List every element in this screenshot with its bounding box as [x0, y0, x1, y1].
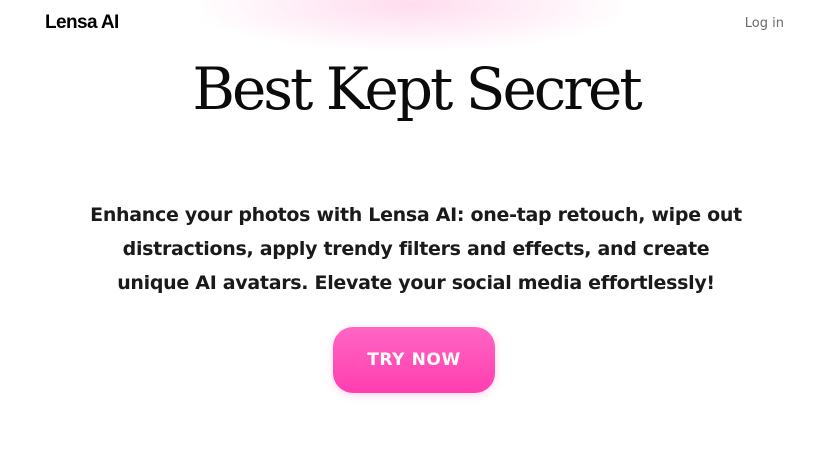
brand-logo[interactable]: Lensa AI: [45, 12, 119, 34]
header-pink-glow: [200, 0, 620, 50]
try-now-button[interactable]: TRY NOW: [333, 327, 495, 393]
hero-title: Best Kept Secret: [192, 55, 642, 123]
hero-description: Enhance your photos with Lensa AI: one-t…: [90, 204, 742, 294]
login-link[interactable]: Log in: [745, 16, 784, 31]
